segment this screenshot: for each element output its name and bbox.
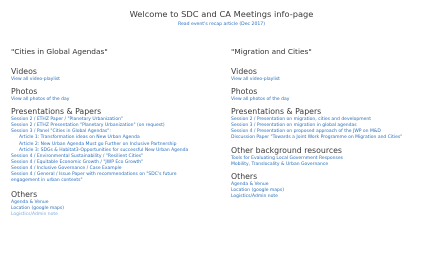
others-heading: Others	[11, 190, 38, 200]
right-column-title: "Migration and Cities"	[231, 47, 312, 56]
left-column: "Cities in Global Agendas" Videos View a…	[11, 46, 217, 219]
others-heading: Others	[231, 171, 258, 181]
videos-heading: Videos	[231, 67, 257, 76]
videos-heading: Videos	[11, 67, 37, 76]
article-link[interactable]: Article 3: SDGs & Habitat3-Opportunities…	[11, 148, 217, 154]
left-column-title: "Cities in Global Agendas"	[11, 47, 108, 56]
others-link[interactable]: Logistics/Admin note	[11, 212, 217, 218]
recap-article-link[interactable]: Read event's recap article (Dec 2017)	[0, 20, 443, 29]
photos-heading: Photos	[11, 87, 38, 97]
page-title: Welcome to SDC and CA Meetings info-page	[129, 9, 314, 19]
background-heading: Other background resources	[231, 145, 342, 155]
others-link[interactable]: Logistics/Admin note	[231, 194, 437, 200]
papers-heading: Presentations & Papers	[11, 107, 102, 117]
page-header: Welcome to SDC and CA Meetings info-page…	[0, 9, 443, 29]
papers-heading: Presentations & Papers	[231, 107, 322, 117]
photos-heading: Photos	[231, 87, 258, 97]
right-column: "Migration and Cities" Videos View all v…	[231, 46, 437, 200]
paper-link[interactable]: Session 4 / General / Issue Paper with r…	[11, 172, 187, 184]
